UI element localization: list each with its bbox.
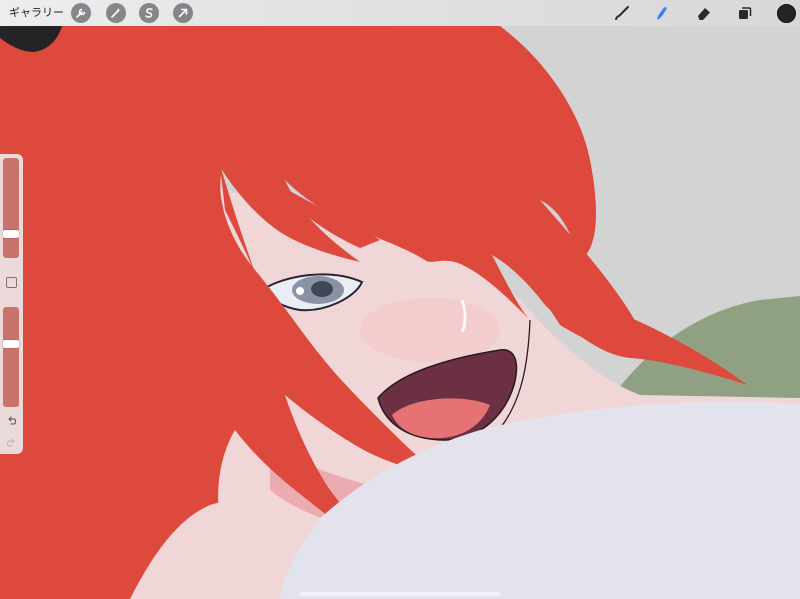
- drawing-canvas[interactable]: [0, 0, 800, 599]
- eraser-tool-button[interactable]: [693, 3, 715, 23]
- arrow-cursor-icon: [178, 8, 188, 18]
- left-sidebar: [0, 154, 23, 454]
- redo-arrow-icon: [6, 438, 15, 447]
- layers-icon: [739, 7, 752, 19]
- cheek-blush: [360, 298, 500, 362]
- brush-icon: [615, 6, 629, 20]
- undo-arrow-icon: [8, 416, 17, 425]
- eye-pupil: [311, 281, 333, 297]
- redo-button[interactable]: [5, 436, 18, 449]
- opacity-handle[interactable]: [3, 340, 19, 348]
- transform-button[interactable]: [173, 3, 193, 23]
- color-swatch[interactable]: [777, 4, 796, 23]
- selection-button[interactable]: [139, 3, 159, 23]
- top-toolbar: ギャラリー: [0, 0, 800, 26]
- adjustments-button[interactable]: [106, 3, 126, 23]
- selection-s-icon: [145, 8, 153, 18]
- actions-button[interactable]: [71, 3, 91, 23]
- gallery-button[interactable]: ギャラリー: [9, 4, 64, 22]
- undo-button[interactable]: [5, 414, 18, 427]
- modify-button[interactable]: [6, 277, 17, 288]
- opacity-slider[interactable]: [3, 307, 19, 407]
- layers-button[interactable]: [734, 3, 756, 23]
- home-indicator: [300, 592, 500, 596]
- eraser-icon: [698, 8, 710, 20]
- brush-tool-button[interactable]: [611, 3, 633, 23]
- eye-highlight: [296, 287, 304, 295]
- magic-wand-icon: [111, 8, 121, 18]
- procreate-app: ギャラリー: [0, 0, 800, 599]
- smudge-tool-button[interactable]: [651, 3, 673, 23]
- brush-size-slider[interactable]: [3, 158, 19, 258]
- smudge-finger-icon: [657, 7, 667, 20]
- brush-size-handle[interactable]: [3, 230, 19, 238]
- wrench-icon: [76, 8, 86, 18]
